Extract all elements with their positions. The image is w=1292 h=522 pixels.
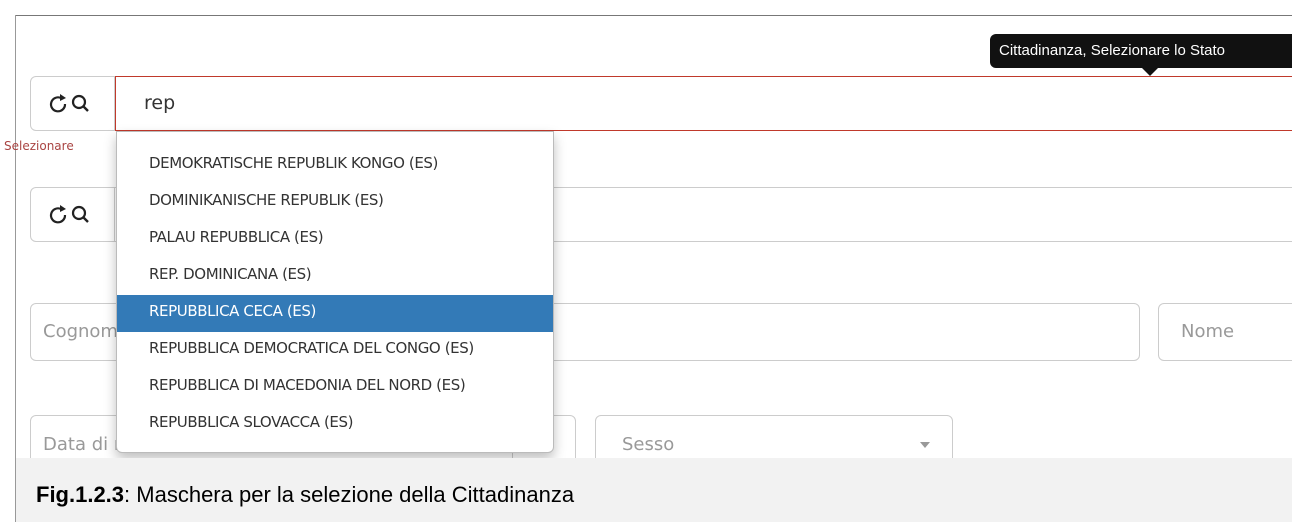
frame-border-left bbox=[15, 15, 16, 522]
dropdown-item[interactable]: REPUBBLICA SLOVACCA (ES) bbox=[117, 406, 553, 443]
sesso-label: Sesso bbox=[622, 434, 675, 455]
dropdown-item[interactable]: DEMOKRATISCHE REPUBLIK KONGO (ES) bbox=[117, 147, 553, 184]
figure-text: : Maschera per la selezione della Cittad… bbox=[124, 482, 575, 507]
dropdown-item[interactable]: REPUBBLICA DEMOCRATICA DEL CONGO (ES) bbox=[117, 332, 553, 369]
dropdown-item[interactable]: DOMINIKANISCHE REPUBLIK (ES) bbox=[117, 184, 553, 221]
dropdown-item[interactable]: REPUBBLICA DI MACEDONIA DEL NORD (ES) bbox=[117, 369, 553, 406]
refresh-search-icon bbox=[49, 93, 89, 112]
frame-border-top bbox=[15, 15, 1292, 16]
chevron-down-icon bbox=[920, 442, 930, 448]
figure-caption: Fig.1.2.3: Maschera per la selezione del… bbox=[36, 482, 574, 508]
refresh-search-icon bbox=[49, 204, 89, 223]
error-message: Selezionare bbox=[4, 139, 74, 153]
search-refresh-button-2[interactable] bbox=[30, 187, 115, 242]
figure-label: Fig.1.2.3 bbox=[36, 482, 125, 507]
tooltip-arrow bbox=[1142, 68, 1158, 76]
nome-input[interactable]: Nome bbox=[1158, 303, 1292, 361]
cittadinanza-input[interactable]: rep bbox=[115, 76, 1292, 131]
autocomplete-dropdown: DEMOKRATISCHE REPUBLIK KONGO (ES) DOMINI… bbox=[116, 131, 554, 453]
search-refresh-button[interactable] bbox=[30, 76, 115, 131]
tooltip: Cittadinanza, Selezionare lo Stato bbox=[990, 34, 1292, 68]
dropdown-item[interactable]: REP. DOMINICANA (ES) bbox=[117, 258, 553, 295]
dropdown-item[interactable]: PALAU REPUBBLICA (ES) bbox=[117, 221, 553, 258]
dropdown-item-active[interactable]: REPUBBLICA CECA (ES) bbox=[117, 295, 553, 332]
